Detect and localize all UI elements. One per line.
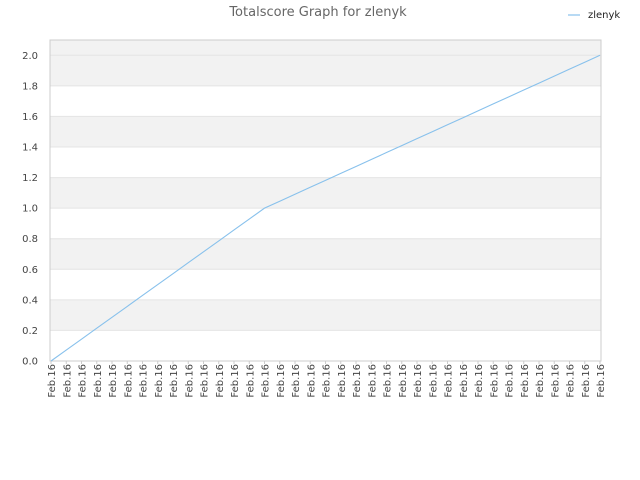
y-tick-label: 1.2 — [22, 173, 38, 184]
x-tick-label: Feb.16 — [444, 364, 455, 398]
x-tick-label: Feb.16 — [169, 364, 180, 398]
x-tick-label: Feb.16 — [291, 364, 302, 398]
x-tick-label: Feb.16 — [108, 364, 119, 398]
x-tick-label: Feb.16 — [566, 364, 577, 398]
x-tick-label: Feb.16 — [489, 364, 500, 398]
x-tick-label: Feb.16 — [550, 364, 561, 398]
background-band — [50, 116, 601, 147]
y-tick-label: 1.0 — [22, 204, 38, 215]
background-band — [50, 299, 601, 331]
plot-background-bands — [50, 40, 601, 331]
x-tick-label: Feb.16 — [520, 364, 531, 398]
background-band — [50, 177, 601, 209]
y-tick-label: 0.6 — [22, 265, 38, 276]
x-tick-label: Feb.16 — [276, 364, 287, 398]
legend-label-zlenyk: zlenyk — [588, 10, 620, 21]
background-band — [50, 55, 601, 86]
y-tick-label: 0.0 — [22, 357, 38, 368]
x-tick-label: Feb.16 — [337, 364, 348, 398]
x-tick-label: Feb.16 — [154, 364, 165, 398]
x-tick-label: Feb.16 — [306, 364, 317, 398]
y-tick-label: 2.0 — [22, 51, 38, 62]
x-tick-label: Feb.16 — [459, 364, 470, 398]
background-band — [50, 238, 601, 270]
x-tick-label: Feb.16 — [383, 364, 394, 398]
y-tick-label: 0.8 — [22, 234, 38, 245]
x-tick-label: Feb.16 — [230, 364, 241, 398]
x-tick-label: Feb.16 — [581, 364, 592, 398]
x-tick-label: Feb.16 — [398, 364, 409, 398]
background-band — [50, 40, 601, 56]
x-axis-ticks: Feb.16 Feb.16 Feb.16 Feb.16 Feb.16 Feb.16 Feb.… — [47, 361, 607, 398]
x-tick-label: Feb.16 — [184, 364, 195, 398]
x-tick-label: Feb.16 — [474, 364, 485, 398]
x-tick-label: Feb.16 — [78, 364, 89, 398]
x-tick-label: Feb.16 — [428, 364, 439, 398]
chart-title: Totalscore Graph for zlenyk — [228, 5, 407, 20]
chart-page: Totalscore Graph for zlenyk 0.0 0.2 0.4 0.6… — [0, 0, 640, 480]
x-tick-label: Feb.16 — [200, 364, 211, 398]
y-tick-label: 1.6 — [22, 112, 38, 123]
y-tick-label: 0.4 — [22, 295, 38, 306]
x-tick-label: Feb.16 — [505, 364, 516, 398]
x-tick-label: Feb.16 — [62, 364, 73, 398]
x-tick-label: Feb.16 — [93, 364, 104, 398]
y-tick-label: 1.8 — [22, 81, 38, 92]
x-tick-label: Feb.16 — [413, 364, 424, 398]
x-tick-label: Feb.16 — [367, 364, 378, 398]
x-tick-label: Feb.16 — [535, 364, 546, 398]
y-axis-ticks: 0.0 0.2 0.4 0.6 0.8 1.0 1.2 1.4 1.6 1.8 2.0 — [22, 51, 38, 368]
x-tick-label: Feb.16 — [215, 364, 226, 398]
line-chart: Totalscore Graph for zlenyk 0.0 0.2 0.4 0.6… — [22, 5, 620, 398]
x-tick-label: Feb.16 — [245, 364, 256, 398]
x-tick-label: Feb.16 — [261, 364, 272, 398]
x-tick-label: Feb.16 — [47, 364, 58, 398]
y-tick-label: 0.2 — [22, 326, 38, 337]
y-tick-label: 1.4 — [22, 143, 38, 154]
x-tick-label: Feb.16 — [123, 364, 134, 398]
x-tick-label: Feb.16 — [322, 364, 333, 398]
x-tick-label: Feb.16 — [139, 364, 150, 398]
x-tick-label: Feb.16 — [352, 364, 363, 398]
legend: zlenyk — [568, 10, 620, 21]
x-tick-label: Feb.16 — [596, 364, 607, 398]
